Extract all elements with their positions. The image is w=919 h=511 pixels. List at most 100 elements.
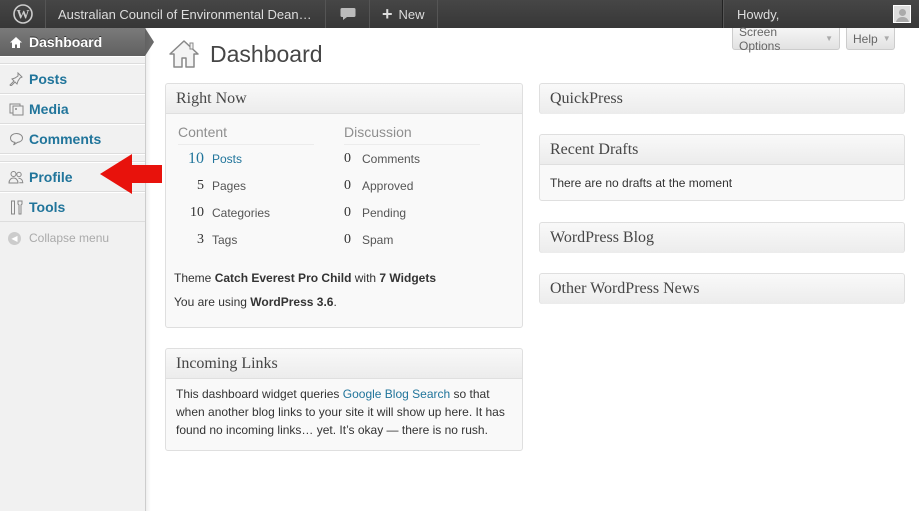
chevron-down-icon: ▼ xyxy=(825,34,833,43)
svg-text:W: W xyxy=(16,7,29,22)
sidebar-item-label: Dashboard xyxy=(29,34,103,50)
recent-drafts-body: There are no drafts at the moment xyxy=(540,165,904,201)
recent-drafts-widget: Recent Drafts There are no drafts at the… xyxy=(539,134,905,201)
list-item[interactable]: 10 Posts xyxy=(178,145,344,172)
widget-title: Other WordPress News xyxy=(550,280,700,297)
home-icon xyxy=(7,33,25,51)
other-news-header[interactable]: Other WordPress News xyxy=(540,274,904,304)
comments-link[interactable] xyxy=(326,0,370,28)
admin-sidebar-menu: Dashboard Posts Media Comments Profile T… xyxy=(0,28,154,511)
right-now-widget: Right Now Content 10 Posts 5 Pages 10 Ca… xyxy=(165,83,523,328)
tools-icon xyxy=(7,198,25,216)
sidebar-item-tools[interactable]: Tools xyxy=(0,192,145,222)
sidebar-item-label: Tools xyxy=(29,199,66,215)
list-item[interactable]: 0 Approved xyxy=(344,172,510,199)
screen-options-button[interactable]: Screen Options ▼ xyxy=(732,24,840,53)
widgets-count-link[interactable]: 7 Widgets xyxy=(379,271,436,285)
posts-link[interactable]: Posts xyxy=(212,152,242,166)
sidebar-item-posts[interactable]: Posts xyxy=(0,64,145,94)
recent-drafts-header[interactable]: Recent Drafts xyxy=(540,135,904,165)
pages-link[interactable]: Pages xyxy=(212,179,246,193)
content-column: Content 10 Posts 5 Pages 10 Categories 3… xyxy=(178,114,344,253)
pending-count: 0 xyxy=(344,204,351,220)
site-name-text: Australian Council of Environmental Dean… xyxy=(58,6,312,22)
comments-count: 0 xyxy=(344,150,351,166)
collapse-arrow-icon: ◀ xyxy=(8,231,21,245)
quickpress-header[interactable]: QuickPress xyxy=(540,84,904,114)
discussion-column: Discussion 0 Comments 0 Approved 0 Pendi… xyxy=(344,114,510,253)
theme-name[interactable]: Catch Everest Pro Child xyxy=(215,271,352,285)
widget-title: WordPress Blog xyxy=(550,229,655,246)
wordpress-logo-icon[interactable]: W xyxy=(0,0,46,28)
theme-info: Theme Catch Everest Pro Child with 7 Wid… xyxy=(166,271,522,285)
site-name-link[interactable]: Australian Council of Environmental Dean… xyxy=(46,0,326,28)
page-header: Dashboard xyxy=(168,38,323,70)
list-item[interactable]: 0 Comments xyxy=(344,145,510,172)
other-wordpress-news-widget: Other WordPress News xyxy=(539,273,905,304)
tags-count: 3 xyxy=(197,231,204,247)
discussion-heading: Discussion xyxy=(344,119,480,145)
widget-title: QuickPress xyxy=(550,90,623,107)
sidebar-item-media[interactable]: Media xyxy=(0,94,145,124)
wordpress-blog-widget: WordPress Blog xyxy=(539,222,905,253)
approved-link[interactable]: Approved xyxy=(362,179,413,193)
users-icon xyxy=(7,168,25,186)
widget-title: Right Now xyxy=(176,89,247,107)
version-suffix: . xyxy=(333,295,337,309)
media-icon xyxy=(7,100,25,118)
comment-bubble-icon xyxy=(7,130,25,148)
tags-link[interactable]: Tags xyxy=(212,233,237,247)
categories-count: 10 xyxy=(190,204,204,220)
sidebar-item-comments[interactable]: Comments xyxy=(0,124,145,154)
right-now-columns: Content 10 Posts 5 Pages 10 Categories 3… xyxy=(166,114,522,253)
pages-count: 5 xyxy=(197,177,204,193)
admin-bar-spacer xyxy=(438,0,723,28)
new-label: New xyxy=(398,6,425,22)
wordpress-blog-header[interactable]: WordPress Blog xyxy=(540,223,904,253)
theme-with: with xyxy=(351,271,380,285)
comment-bubble-icon xyxy=(340,8,355,20)
theme-prefix: Theme xyxy=(174,271,215,285)
chevron-down-icon: ▼ xyxy=(882,34,891,43)
list-item[interactable]: 3 Tags xyxy=(178,226,344,253)
avatar xyxy=(893,5,911,23)
list-item[interactable]: 10 Categories xyxy=(178,199,344,226)
incoming-links-header[interactable]: Incoming Links xyxy=(166,349,522,379)
categories-link[interactable]: Categories xyxy=(212,206,270,220)
wordpress-version: WordPress 3.6 xyxy=(250,295,334,309)
incoming-text-before: This dashboard widget queries xyxy=(176,387,343,401)
sidebar-item-label: Posts xyxy=(29,71,68,87)
widget-title: Recent Drafts xyxy=(550,140,639,158)
google-blog-search-link[interactable]: Google Blog Search xyxy=(343,387,450,401)
approved-count: 0 xyxy=(344,177,351,193)
spam-link[interactable]: Spam xyxy=(362,233,393,247)
sidebar-item-label: Profile xyxy=(29,169,73,185)
sidebar-item-label: Comments xyxy=(29,131,102,147)
right-now-header[interactable]: Right Now xyxy=(166,84,522,114)
list-item[interactable]: 0 Spam xyxy=(344,226,510,253)
screen-options-label: Screen Options xyxy=(739,24,781,53)
list-item[interactable]: 0 Pending xyxy=(344,199,510,226)
help-label: Help xyxy=(853,31,878,46)
spam-count: 0 xyxy=(344,231,351,247)
posts-count: 10 xyxy=(188,149,204,167)
red-arrow-annotation xyxy=(100,154,162,194)
content-heading: Content xyxy=(178,119,314,145)
menu-separator xyxy=(0,56,145,64)
incoming-links-widget: Incoming Links This dashboard widget que… xyxy=(165,348,523,451)
dashboard-home-icon xyxy=(169,40,199,68)
widget-title: Incoming Links xyxy=(176,354,278,372)
new-content-button[interactable]: + New xyxy=(370,0,438,28)
help-button[interactable]: Help ▼ xyxy=(846,28,895,50)
comments-link[interactable]: Comments xyxy=(362,152,420,166)
sidebar-item-dashboard[interactable]: Dashboard xyxy=(0,28,154,56)
quickpress-widget: QuickPress xyxy=(539,83,905,114)
incoming-links-body: This dashboard widget queries Google Blo… xyxy=(166,379,522,445)
howdy-text: Howdy, xyxy=(737,6,780,22)
pushpin-icon xyxy=(7,70,25,88)
collapse-menu-button[interactable]: ◀ Collapse menu xyxy=(0,222,145,254)
list-item[interactable]: 5 Pages xyxy=(178,172,344,199)
pending-link[interactable]: Pending xyxy=(362,206,406,220)
version-prefix: You are using xyxy=(174,295,251,309)
sidebar-item-label: Media xyxy=(29,101,69,117)
